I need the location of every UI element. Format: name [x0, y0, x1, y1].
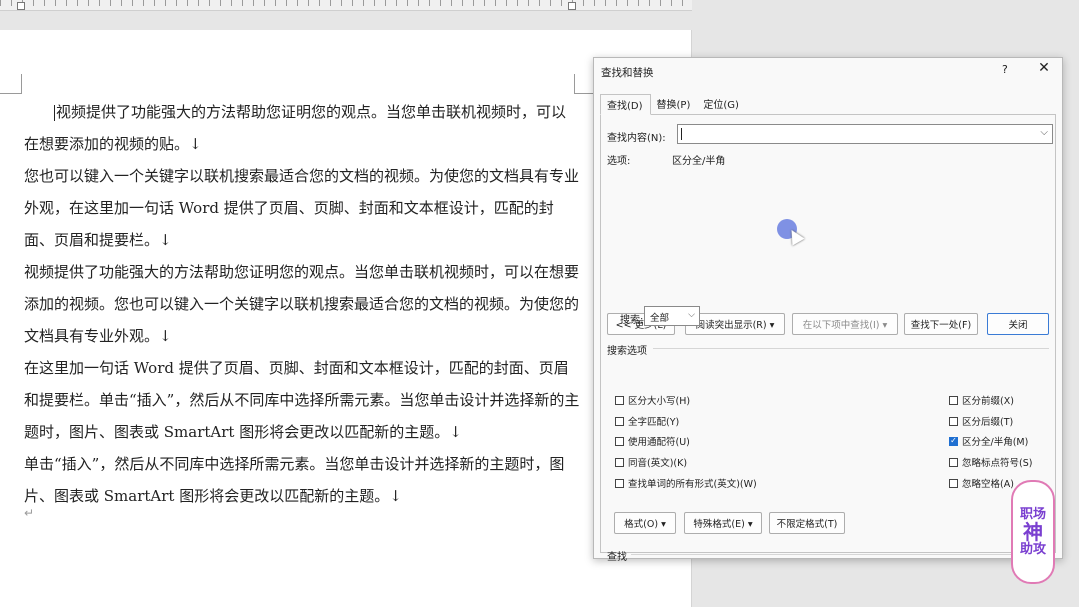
ignore-punctuation-checkbox[interactable]: 忽略标点符号(S) — [949, 455, 1032, 469]
checkbox-box[interactable] — [949, 416, 958, 426]
watermark-logo: 职场 神 助攻 — [1011, 480, 1055, 584]
left-indent-marker[interactable] — [17, 2, 25, 10]
match-width-checkbox[interactable]: ✓ 区分全/半角(M) — [949, 434, 1028, 448]
horizontal-ruler[interactable] — [0, 0, 692, 11]
dialog-title: 查找和替换 — [601, 67, 654, 79]
margin-mark-top-right-h — [574, 93, 594, 94]
text-caret — [54, 105, 55, 121]
tab-replace[interactable]: 替换(P) — [651, 94, 698, 113]
checkbox-box[interactable] — [615, 416, 624, 426]
margin-mark-top-left — [21, 74, 22, 94]
match-prefix-checkbox[interactable]: 区分前缀(X) — [949, 393, 1014, 407]
ruler-ticks — [0, 0, 692, 6]
checkbox-box[interactable] — [949, 478, 958, 488]
chevron-down-icon: ⌵ — [688, 310, 695, 320]
checkbox-box[interactable] — [615, 478, 624, 488]
all-word-forms-checkbox[interactable]: 查找单词的所有形式(英文)(W) — [615, 476, 757, 490]
find-next-button[interactable]: 查找下一处(F) — [904, 313, 978, 335]
margin-mark-top-right — [574, 74, 575, 94]
margin-mark-top-left-h — [0, 93, 22, 94]
match-suffix-checkbox[interactable]: 区分后缀(T) — [949, 414, 1013, 428]
find-section-label: 查找 — [607, 552, 627, 563]
check-icon[interactable]: ✓ — [949, 436, 958, 446]
paragraph-1[interactable]: 视频提供了功能强大的方法帮助您证明您的观点。当您单击联机视频时，可以在想要添加的… — [24, 96, 580, 160]
wildcards-checkbox[interactable]: 使用通配符(U) — [615, 434, 690, 448]
search-direction-label: 搜索: — [620, 315, 644, 326]
chevron-down-icon[interactable]: ⌵ — [1040, 127, 1048, 138]
match-case-checkbox[interactable]: 区分大小写(H) — [615, 393, 690, 407]
checkbox-box[interactable] — [615, 436, 624, 446]
paragraph-end-mark: ↵ — [24, 506, 35, 520]
find-replace-dialog: 查找和替换 ? ✕ 查找(D) 替换(P) 定位(G) 查找内容(N): ⌵ 选… — [593, 57, 1063, 563]
options-value: 区分全/半角 — [672, 156, 726, 167]
checkbox-box[interactable] — [615, 395, 624, 405]
paragraph-5[interactable]: 单击“插入”，然后从不同库中选择所需元素。当您单击设计并选择新的主题时，图片、图… — [24, 448, 580, 512]
paragraph-4[interactable]: 在这里加一句话 Word 提供了页眉、页脚、封面和文本框设计，匹配的封面、页眉和… — [24, 352, 580, 448]
special-button[interactable]: 特殊格式(E) ▾ — [684, 512, 762, 534]
input-caret — [681, 128, 682, 140]
find-what-label: 查找内容(N): — [607, 133, 666, 144]
options-label: 选项: — [607, 156, 631, 167]
close-button[interactable]: 关闭 — [987, 313, 1049, 335]
find-panel: 查找内容(N): ⌵ 选项: 区分全/半角 << 更少(L) 阅读突出显示(R)… — [600, 114, 1056, 563]
reading-highlight-button[interactable]: 阅读突出显示(R) ▾ — [685, 313, 785, 335]
help-button[interactable]: ? — [1002, 63, 1008, 76]
checkbox-box[interactable] — [949, 457, 958, 467]
ignore-whitespace-checkbox[interactable]: 忽略空格(A) — [949, 476, 1014, 490]
find-section-divider — [631, 554, 1049, 555]
find-what-input[interactable]: ⌵ — [677, 124, 1053, 144]
find-in-button[interactable]: 在以下项中查找(I) ▾ — [792, 313, 898, 335]
tab-find[interactable]: 查找(D) — [600, 94, 651, 115]
search-options-divider — [653, 348, 1049, 349]
whole-word-checkbox[interactable]: 全字匹配(Y) — [615, 414, 679, 428]
search-options-label: 搜索选项 — [607, 346, 647, 357]
paragraph-3[interactable]: 视频提供了功能强大的方法帮助您证明您的观点。当您单击联机视频时，可以在想要添加的… — [24, 256, 580, 352]
sounds-like-checkbox[interactable]: 同音(英文)(K) — [615, 455, 687, 469]
right-indent-marker[interactable] — [568, 2, 576, 10]
search-direction-select[interactable]: 全部 ⌵ — [644, 306, 700, 326]
document-body[interactable]: 视频提供了功能强大的方法帮助您证明您的观点。当您单击联机视频时，可以在想要添加的… — [24, 96, 580, 512]
close-icon[interactable]: ✕ — [1034, 60, 1054, 76]
checkbox-box[interactable] — [615, 457, 624, 467]
no-formatting-button[interactable]: 不限定格式(T) — [769, 512, 845, 534]
dialog-tabs: 查找(D) 替换(P) 定位(G) — [600, 94, 746, 115]
checkbox-box[interactable] — [949, 395, 958, 405]
paragraph-2[interactable]: 您也可以键入一个关键字以联机搜索最适合您的文档的视频。为使您的文档具有专业外观，… — [24, 160, 580, 256]
tab-goto[interactable]: 定位(G) — [697, 94, 746, 113]
format-button[interactable]: 格式(O) ▾ — [614, 512, 676, 534]
